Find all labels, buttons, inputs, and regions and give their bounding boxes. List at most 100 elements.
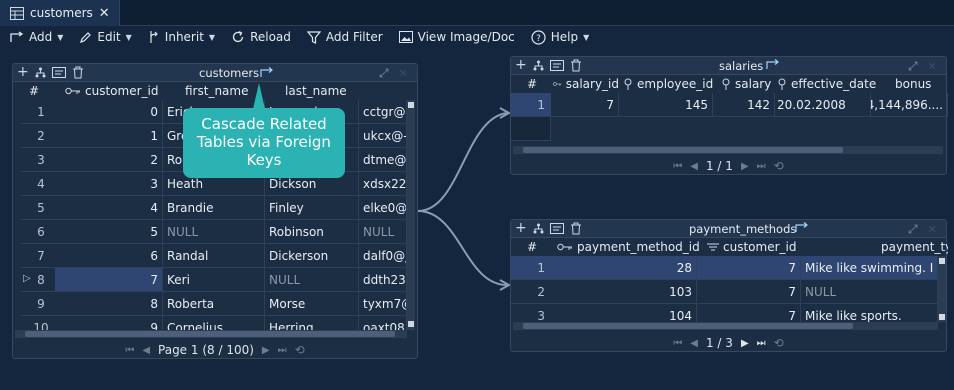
refresh-icon[interactable]: ⟲ (774, 336, 784, 350)
cell-email[interactable]: dtme@ (359, 148, 407, 172)
cell-first_name[interactable]: Keri (163, 268, 265, 292)
cell-customer_id[interactable]: 0 (55, 100, 163, 124)
prev-page-icon[interactable]: ◀ (690, 338, 698, 349)
hierarchy-icon[interactable] (35, 67, 46, 78)
cell-email[interactable]: dalf0@j (359, 244, 407, 268)
cell-email[interactable]: ukcx@- (359, 124, 407, 148)
horizontal-scrollbar[interactable] (15, 330, 407, 338)
close-icon[interactable]: ✕ (928, 60, 937, 73)
add-icon[interactable]: + (17, 65, 29, 79)
hierarchy-icon[interactable] (533, 223, 544, 234)
cell-customer_id[interactable]: 6 (55, 244, 163, 268)
cell-customer_id[interactable]: 7 (697, 280, 801, 304)
refresh-icon[interactable]: ⟲ (774, 159, 784, 173)
cell-last_name[interactable]: Herring (265, 316, 359, 330)
cell-first_name[interactable]: Brandie (163, 196, 265, 220)
column-header-bonus[interactable]: bonus (895, 75, 945, 93)
cell-email[interactable]: elke0@ (359, 196, 407, 220)
cell-customer_id[interactable]: 7 (55, 268, 163, 292)
row-number: 3 (511, 304, 551, 323)
column-header-payment_method_id[interactable]: payment_method_id (557, 238, 707, 256)
cell-first_name[interactable]: NULL (163, 220, 265, 244)
cell-payment_method_id[interactable]: 103 (551, 280, 697, 304)
form-icon[interactable] (549, 222, 564, 234)
horizontal-scrollbar[interactable] (513, 146, 943, 154)
column-header-salary[interactable]: salary (721, 75, 781, 93)
refresh-icon[interactable]: ⟲ (295, 343, 305, 357)
cell-last_name[interactable]: Finley (265, 196, 359, 220)
hierarchy-icon[interactable] (533, 60, 544, 71)
cell-email[interactable]: oaxt08 (359, 316, 407, 330)
pager: ⏮ ◀ Page 1 (8 / 100) ▶ ⏭ ⟲ (13, 339, 417, 361)
rownum-header: # (29, 84, 40, 98)
cell-customer_id[interactable]: 2 (55, 148, 163, 172)
last-page-icon[interactable]: ⏭ (757, 161, 766, 172)
column-header-email[interactable] (363, 82, 409, 100)
cell-customer_id[interactable]: 8 (55, 292, 163, 316)
column-label: salary_id (565, 77, 619, 91)
cell-last_name[interactable]: Dickerson (265, 244, 359, 268)
next-page-icon[interactable]: ▶ (262, 345, 270, 356)
salaries-grid: # salary_id employee_id salary effective… (511, 75, 948, 147)
cell-salary_id[interactable]: 7 (551, 93, 619, 117)
trash-icon[interactable] (570, 222, 582, 235)
cell-email[interactable]: tyxm7@ (359, 292, 407, 316)
cell-customer_id[interactable]: 4 (55, 196, 163, 220)
maximize-icon[interactable]: ⤢ (908, 59, 918, 74)
cell-customer_id[interactable]: 5 (55, 220, 163, 244)
column-header-employee_id[interactable]: employee_id (623, 75, 715, 93)
cell-customer_id[interactable]: 7 (697, 256, 801, 280)
cell-email[interactable]: xdsx22@ (359, 172, 407, 196)
first-page-icon[interactable]: ⏮ (673, 161, 682, 172)
cell-customer_id[interactable]: 3 (55, 172, 163, 196)
add-icon[interactable]: + (515, 221, 527, 235)
cell-payment_method_id[interactable]: 28 (551, 256, 697, 280)
cell-first_name[interactable]: Roberta (163, 292, 265, 316)
cell-customer_id[interactable]: 7 (697, 304, 801, 322)
cell-bonus[interactable]: 74,144,896.... (871, 93, 948, 117)
first-page-icon[interactable]: ⏮ (125, 345, 134, 356)
column-header-last_name[interactable]: last_name (285, 82, 365, 100)
next-page-icon[interactable]: ▶ (741, 338, 749, 349)
first-page-icon[interactable]: ⏮ (673, 338, 682, 349)
vertical-scrollbar[interactable] (938, 256, 946, 322)
cell-effective_date[interactable]: 20.02.2008 (773, 93, 871, 117)
cell-email[interactable]: NULL (359, 220, 407, 244)
prev-page-icon[interactable]: ◀ (690, 161, 698, 172)
close-icon[interactable]: ✕ (399, 67, 408, 80)
trash-icon[interactable] (72, 66, 84, 79)
form-icon[interactable] (51, 66, 66, 78)
close-icon[interactable]: ✕ (928, 223, 937, 236)
column-header-customer_id[interactable]: customer_id (65, 82, 175, 100)
cell-last_name[interactable]: Morse (265, 292, 359, 316)
cell-customer_id[interactable]: 1 (55, 124, 163, 148)
column-header-salary_id[interactable]: salary_id (553, 75, 619, 93)
cell-last_name[interactable]: NULL (265, 268, 359, 292)
column-header-effective_date[interactable]: effective_date (777, 75, 877, 93)
last-page-icon[interactable]: ⏭ (757, 338, 766, 349)
cell-customer_id[interactable]: 9 (55, 316, 163, 330)
maximize-icon[interactable]: ⤢ (908, 222, 918, 237)
cell-email[interactable]: cctgr@- (359, 100, 407, 124)
cell-payment_type[interactable]: NULL (801, 280, 938, 304)
cell-first_name[interactable]: Randal (163, 244, 265, 268)
form-icon[interactable] (549, 59, 564, 71)
add-icon[interactable]: + (515, 58, 527, 72)
cell-payment_type[interactable]: Mike like swimming. I lov (801, 256, 938, 280)
column-header-payment_type[interactable]: payment_typ (881, 238, 948, 256)
cell-email[interactable]: ddth233 (359, 268, 407, 292)
horizontal-scrollbar[interactable] (513, 322, 938, 330)
next-page-icon[interactable]: ▶ (741, 161, 749, 172)
last-page-icon[interactable]: ⏭ (278, 345, 287, 356)
cell-first_name[interactable]: Cornelius (163, 316, 265, 330)
column-header-customer_id[interactable]: customer_id (707, 238, 807, 256)
trash-icon[interactable] (570, 59, 582, 72)
maximize-icon[interactable]: ⤢ (379, 66, 389, 81)
vertical-scrollbar[interactable] (407, 100, 415, 330)
prev-page-icon[interactable]: ◀ (142, 345, 150, 356)
cell-last_name[interactable]: Robinson (265, 220, 359, 244)
cell-payment_method_id[interactable]: 104 (551, 304, 697, 322)
cell-employee_id[interactable]: 145 (619, 93, 713, 117)
cell-payment_type[interactable]: Mike like sports. (801, 304, 938, 322)
cell-salary[interactable]: 142 (713, 93, 775, 117)
